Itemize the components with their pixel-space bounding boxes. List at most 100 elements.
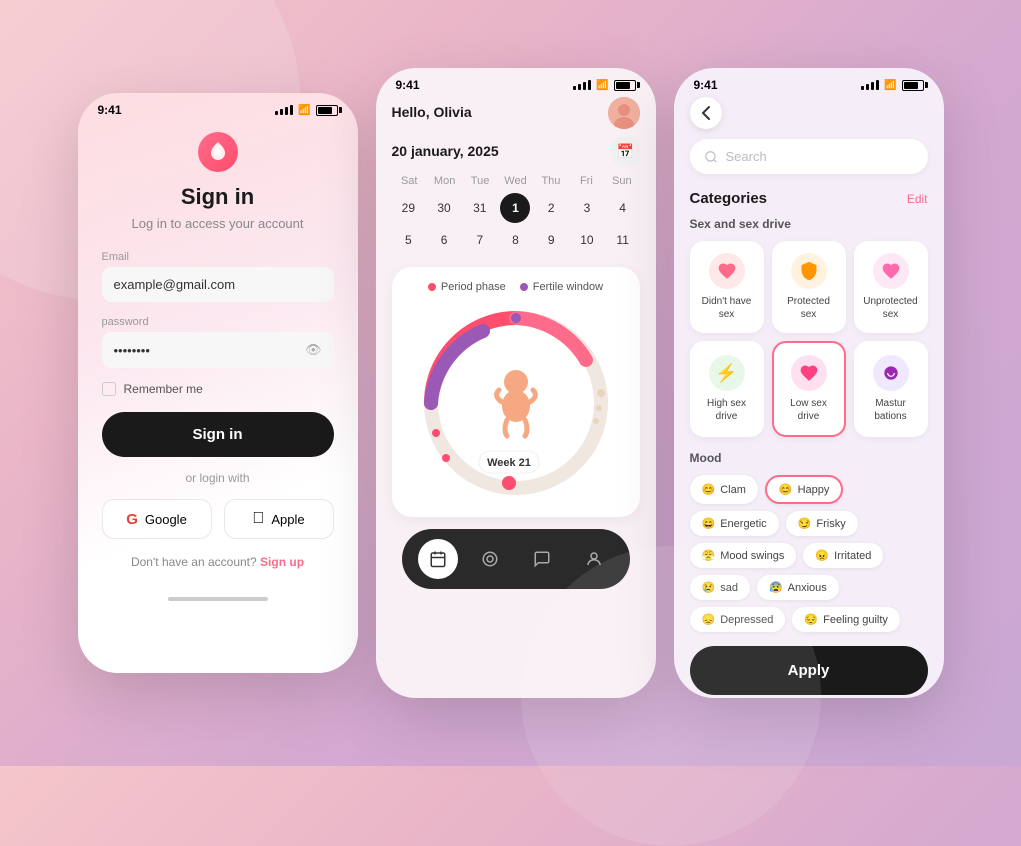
wifi-icon: 📶 (298, 105, 310, 116)
week-header: Sat Mon Tue Wed Thu Fri Sun (392, 175, 640, 187)
cal-day[interactable]: 2 (536, 193, 566, 223)
apple-label: Apple (271, 512, 304, 527)
tracker-content: Hello, Olivia 20 january, 2025 📅 Sat Mon… (376, 97, 656, 589)
cat-high-drive[interactable]: ⚡ High sex drive (690, 341, 764, 437)
mood-sad[interactable]: 😢 sad (690, 575, 750, 600)
mood-guilty[interactable]: 😔 Feeling guilty (792, 607, 900, 632)
sex-section: Sex and sex drive Didn't have sex Protec… (690, 217, 928, 437)
cal-day-today[interactable]: 1 (500, 193, 530, 223)
protected-sex-icon (791, 253, 827, 289)
cal-day[interactable]: 30 (429, 193, 459, 223)
cat-no-sex[interactable]: Didn't have sex (690, 241, 764, 333)
nav-cycle[interactable] (470, 539, 510, 579)
categories-content: Search Categories Edit Sex and sex drive… (674, 97, 944, 698)
weekday-thu: Thu (533, 175, 568, 187)
guilty-emoji: 😔 (804, 613, 818, 626)
remember-me-row: Remember me (102, 382, 334, 396)
time-3: 9:41 (694, 78, 718, 92)
cal-day[interactable]: 31 (465, 193, 495, 223)
mood-happy[interactable]: 😊 Happy (765, 475, 844, 504)
status-icons-3: 📶 (861, 80, 923, 91)
wifi-icon-3: 📶 (884, 80, 896, 91)
low-drive-label: Low sex drive (782, 397, 836, 423)
apply-button[interactable]: Apply (690, 646, 928, 695)
nav-calendar[interactable] (418, 539, 458, 579)
search-icon (704, 150, 718, 164)
mood-depressed[interactable]: 😞 Depressed (690, 607, 786, 632)
high-drive-label: High sex drive (698, 397, 756, 423)
signin-button[interactable]: Sign in (102, 412, 334, 457)
apple-login-button[interactable]:  Apple (224, 499, 334, 539)
search-bar[interactable]: Search (690, 139, 928, 174)
frisky-label: Frisky (816, 518, 845, 530)
signup-link[interactable]: Sign up (260, 555, 304, 569)
cat-unprotected-sex[interactable]: Unprotected sex (854, 241, 928, 333)
cycle-legend: Period phase Fertile window (406, 281, 626, 293)
unprotected-sex-icon (873, 253, 909, 289)
current-date: 20 january, 2025 (392, 143, 499, 159)
no-sex-label: Didn't have sex (698, 295, 756, 321)
cal-day[interactable]: 4 (608, 193, 638, 223)
time-2: 9:41 (396, 78, 420, 92)
cal-day[interactable]: 3 (572, 193, 602, 223)
battery-icon-3 (902, 80, 924, 91)
unprotected-sex-label: Unprotected sex (862, 295, 920, 321)
mood-anxious[interactable]: 😰 Anxious (757, 575, 839, 600)
mood-energetic[interactable]: 😄 Energetic (690, 511, 779, 536)
protected-sex-label: Protected sex (780, 295, 838, 321)
cal-day[interactable]: 8 (500, 225, 530, 255)
anxious-emoji: 😰 (769, 581, 783, 594)
remember-checkbox[interactable] (102, 382, 116, 396)
cat-masturbation[interactable]: Mastur bations (854, 341, 928, 437)
no-sex-icon (709, 253, 745, 289)
swings-emoji: 😤 (702, 549, 716, 562)
depressed-label: Depressed (720, 614, 773, 626)
nav-log[interactable] (522, 539, 562, 579)
edit-button[interactable]: Edit (907, 192, 928, 206)
cal-day[interactable]: 7 (465, 225, 495, 255)
cycle-chart-card: Period phase Fertile window (392, 267, 640, 517)
mood-irritated[interactable]: 😠 Irritated (803, 543, 883, 568)
battery-icon (316, 105, 338, 116)
weekday-mon: Mon (427, 175, 462, 187)
weekday-sat: Sat (392, 175, 427, 187)
cal-day[interactable]: 29 (393, 193, 423, 223)
email-label: Email (102, 251, 334, 263)
mood-calm[interactable]: 😊 Clam (690, 475, 758, 504)
hello-text: Hello, Olivia (392, 104, 472, 120)
signal-icon (275, 105, 293, 115)
back-button[interactable] (690, 97, 722, 129)
cal-day[interactable]: 9 (536, 225, 566, 255)
email-field[interactable]: example@gmail.com (102, 267, 334, 302)
categories-title: Categories (690, 190, 768, 207)
social-login-row: G Google  Apple (102, 499, 334, 539)
nav-profile[interactable] (574, 539, 614, 579)
sad-label: sad (720, 582, 738, 594)
anxious-label: Anxious (788, 582, 827, 594)
cat-protected-sex[interactable]: Protected sex (772, 241, 846, 333)
mood-frisky[interactable]: 😏 Frisky (786, 511, 858, 536)
bottom-nav (402, 529, 630, 589)
eye-icon[interactable]: 👁 (305, 342, 322, 358)
status-bar-1: 9:41 📶 (78, 93, 358, 122)
masturbation-label: Mastur bations (862, 397, 920, 423)
user-avatar[interactable] (608, 97, 640, 129)
password-field[interactable]: •••••••• 👁 (102, 332, 334, 368)
cal-day[interactable]: 10 (572, 225, 602, 255)
weekday-fri: Fri (569, 175, 604, 187)
frisky-emoji: 😏 (798, 517, 812, 530)
google-login-button[interactable]: G Google (102, 499, 212, 539)
cal-day[interactable]: 11 (608, 225, 638, 255)
signal-icon-3 (861, 80, 879, 90)
cat-low-drive[interactable]: Low sex drive (772, 341, 846, 437)
energetic-label: Energetic (720, 518, 766, 530)
energetic-emoji: 😄 (702, 517, 716, 530)
google-label: Google (145, 512, 187, 527)
mood-swings[interactable]: 😤 Mood swings (690, 543, 797, 568)
calendar-icon-button[interactable]: 📅 (612, 137, 640, 165)
email-group: Email example@gmail.com (102, 251, 334, 302)
weekday-wed: Wed (498, 175, 533, 187)
phone-tracker: 9:41 📶 Hello, Olivia (376, 68, 656, 698)
cal-day[interactable]: 6 (429, 225, 459, 255)
cal-day[interactable]: 5 (393, 225, 423, 255)
